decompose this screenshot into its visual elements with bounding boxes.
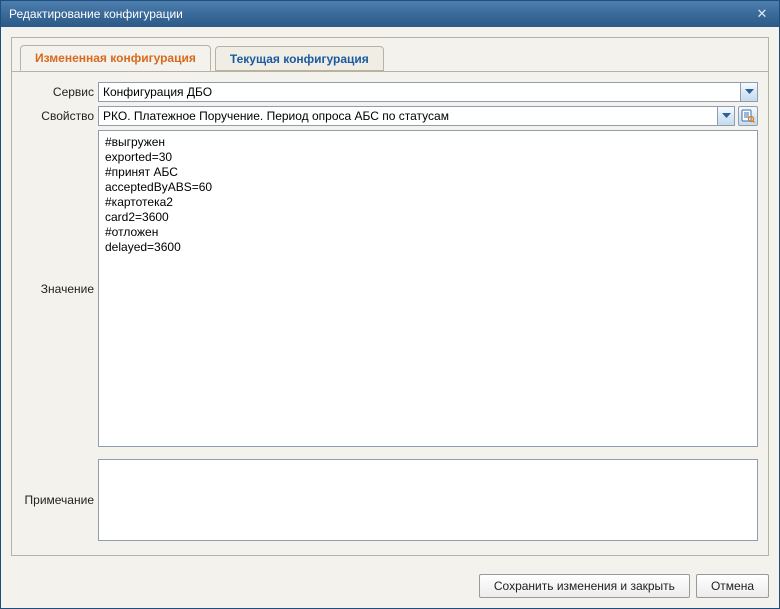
titlebar: Редактирование конфигурации ✕ (1, 1, 779, 27)
chevron-down-icon (745, 89, 754, 95)
document-search-icon (741, 109, 755, 123)
tab-label: Текущая конфигурация (230, 52, 369, 66)
dialog-window: Редактирование конфигурации ✕ Измененная… (0, 0, 780, 609)
property-input[interactable] (98, 106, 717, 126)
tab-container: Измененная конфигурация Текущая конфигур… (11, 37, 769, 556)
tab-strip: Измененная конфигурация Текущая конфигур… (20, 45, 776, 71)
chevron-down-icon (722, 113, 731, 119)
property-dropdown-button[interactable] (717, 106, 735, 126)
tab-changed-config[interactable]: Измененная конфигурация (20, 45, 211, 71)
tab-current-config[interactable]: Текущая конфигурация (215, 46, 384, 71)
label-service: Сервис (22, 82, 98, 102)
property-combo (98, 106, 735, 126)
row-service: Сервис (22, 82, 758, 102)
service-combo (98, 82, 758, 102)
service-input[interactable] (98, 82, 740, 102)
dialog-body: Измененная конфигурация Текущая конфигур… (1, 27, 779, 566)
property-action-button[interactable] (738, 106, 758, 126)
window-title: Редактирование конфигурации (9, 7, 753, 21)
label-note: Примечание (22, 490, 98, 510)
save-button[interactable]: Сохранить изменения и закрыть (479, 574, 690, 598)
row-note: Примечание (22, 459, 758, 541)
cancel-button[interactable]: Отмена (696, 574, 769, 598)
dialog-footer: Сохранить изменения и закрыть Отмена (1, 566, 779, 608)
label-value: Значение (22, 279, 98, 299)
tab-panel-changed: Сервис Свойство (12, 71, 768, 555)
value-textarea[interactable] (98, 130, 758, 447)
close-icon[interactable]: ✕ (753, 5, 771, 23)
service-dropdown-button[interactable] (740, 82, 758, 102)
row-property: Свойство (22, 106, 758, 126)
tab-label: Измененная конфигурация (35, 51, 196, 65)
row-value: Значение (22, 130, 758, 447)
spacer (22, 451, 758, 459)
note-textarea[interactable] (98, 459, 758, 541)
label-property: Свойство (22, 106, 98, 126)
